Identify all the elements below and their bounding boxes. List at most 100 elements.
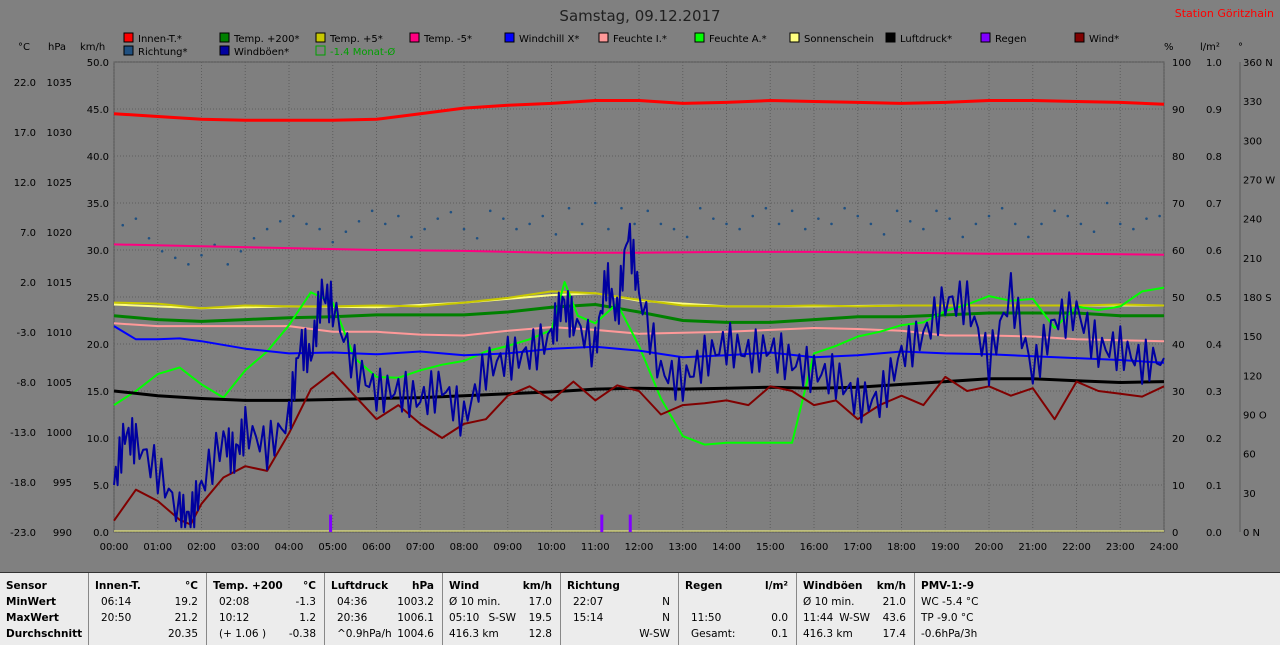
- summary-cell: -1.3: [295, 596, 317, 608]
- summary-col-temp: Temp. +200 °C 02:08 -1.3 10:12 1.2 (+ 1.06 ) -0…: [206, 573, 324, 645]
- summary-cell: 21.0: [882, 596, 906, 608]
- direction-point: [856, 214, 860, 218]
- legend-swatch-temp-200: [219, 32, 230, 43]
- summary-cell: (+ 1.06 ): [219, 628, 267, 640]
- y-tick-label: 0.9: [1206, 105, 1222, 116]
- summary-cell: 1.2: [299, 612, 316, 624]
- y-tick-label: 5.0: [93, 481, 109, 492]
- unit-celsius: °C: [18, 42, 30, 53]
- direction-point: [1145, 217, 1148, 220]
- summary-cell: 05:10: [449, 612, 480, 624]
- y-tick-label: 0.1: [1206, 481, 1222, 492]
- y-tick-label: 90 O: [1243, 411, 1267, 422]
- x-tick-label: 05:00: [318, 542, 347, 553]
- direction-point: [1132, 227, 1135, 231]
- y-tick-label: 20: [1172, 434, 1185, 445]
- y-tick-label: 0: [1172, 528, 1178, 539]
- summary-cell: 0.1: [771, 628, 788, 640]
- y-tick-label: 0.6: [1206, 246, 1222, 257]
- x-tick-label: 02:00: [187, 542, 216, 553]
- unit-pct: %: [1164, 42, 1174, 53]
- y-tick-label: -8.0: [16, 378, 36, 389]
- y-tick-label: 240: [1243, 215, 1262, 226]
- summary-cell: l/m²: [765, 580, 788, 592]
- direction-point: [738, 227, 741, 231]
- y-tick-label: 1010: [47, 328, 72, 339]
- direction-point: [344, 230, 348, 234]
- summary-cell: 1006.1: [397, 612, 434, 624]
- direction-point: [974, 222, 978, 226]
- summary-cell: 20.35: [167, 628, 198, 640]
- summary-col-luft: Luftdruck hPa 04:36 1003.2 20:36 1006.1 ^0.9hP…: [324, 573, 442, 645]
- direction-point: [292, 214, 295, 218]
- summary-cell: 19.5: [528, 612, 552, 624]
- summary-cell: 10:12: [219, 612, 250, 624]
- summary-col-pmv: PMV-1:-9 WC -5.4 °C TP -9.0 °C -0.6hPa/3h: [914, 573, 1280, 645]
- y-tick-label: 1030: [47, 128, 72, 139]
- y-tick-label: 270 W: [1243, 176, 1275, 187]
- x-tick-label: 09:00: [493, 542, 522, 553]
- x-tick-label: 23:00: [1106, 542, 1135, 553]
- y-tick-label: 30: [1172, 387, 1185, 398]
- direction-point: [869, 222, 873, 226]
- direction-point: [1118, 222, 1122, 226]
- y-tick-label: 22.0: [14, 78, 36, 89]
- station-label: Station Göritzhain: [1175, 7, 1274, 20]
- direction-point: [1105, 201, 1109, 205]
- direction-point: [646, 209, 650, 213]
- y-tick-label: 80: [1172, 152, 1185, 163]
- y-tick-label: 40: [1172, 340, 1185, 351]
- y-tick-label: -23.0: [10, 528, 36, 539]
- summary-cell: TP -9.0 °C: [921, 612, 974, 624]
- y-tick-label: 0.7: [1206, 199, 1222, 210]
- summary-cell: 19.2: [174, 596, 198, 608]
- summary-cell: °C: [303, 580, 316, 592]
- direction-point: [515, 227, 518, 231]
- summary-cell: 11:44: [803, 612, 834, 624]
- x-tick-label: 07:00: [406, 542, 435, 553]
- x-tick-label: 24:00: [1150, 542, 1179, 553]
- direction-point: [633, 222, 636, 226]
- legend-label-windb-en: Windböen*: [234, 47, 289, 58]
- y-tick-label: 990: [53, 528, 72, 539]
- direction-point: [922, 227, 925, 231]
- summary-cell: N: [662, 596, 670, 608]
- summary-col-sensor: Sensor MinWert MaxWert Durchschnitt: [0, 573, 88, 645]
- legend-label-1-4-monat: -1.4 Monat-Ø: [330, 46, 395, 58]
- legend-label-richtung: Richtung*: [138, 47, 188, 58]
- direction-point: [1027, 235, 1030, 239]
- summary-cell: 17.4: [882, 628, 906, 640]
- direction-point: [410, 235, 413, 239]
- direction-point: [830, 222, 833, 226]
- y-tick-label: 100: [1172, 58, 1191, 69]
- y-tick-label: -18.0: [10, 478, 36, 489]
- y-tick-label: 210: [1243, 254, 1262, 265]
- y-tick-label: 1000: [47, 428, 72, 439]
- legend-label-luftdruck: Luftdruck*: [900, 34, 952, 45]
- direction-point: [305, 222, 308, 226]
- y-tick-label: 120: [1243, 371, 1262, 382]
- direction-point: [1053, 209, 1056, 213]
- direction-point: [1079, 222, 1083, 226]
- legend-label-innen-t: Innen-T.*: [138, 34, 182, 45]
- summary-cell: Sensor: [6, 580, 47, 592]
- summary-cell: 20:50: [101, 612, 132, 624]
- weather-chart: Samstag, 09.12.2017 Station Göritzhain I…: [0, 0, 1280, 572]
- legend-swatch-temp-5: [409, 32, 420, 43]
- y-tick-label: 20.0: [87, 340, 109, 351]
- direction-point: [685, 235, 689, 239]
- x-tick-label: 20:00: [975, 542, 1004, 553]
- summary-cell: 15:14: [573, 612, 604, 624]
- direction-point: [265, 227, 269, 231]
- y-tick-label: 25.0: [87, 293, 109, 304]
- x-tick-label: 17:00: [843, 542, 872, 553]
- direction-point: [1158, 214, 1161, 218]
- legend-swatch-temp-5: [315, 32, 326, 43]
- direction-point: [541, 214, 545, 218]
- summary-col-richtung: Richtung 22:07 N 15:14 N W-SW: [560, 573, 678, 645]
- y-tick-label: 2.0: [20, 278, 36, 289]
- direction-point: [777, 222, 781, 226]
- direction-point: [423, 227, 426, 231]
- legend-swatch-feuchte-i: [598, 32, 609, 43]
- summary-cell: 20:36: [337, 612, 368, 624]
